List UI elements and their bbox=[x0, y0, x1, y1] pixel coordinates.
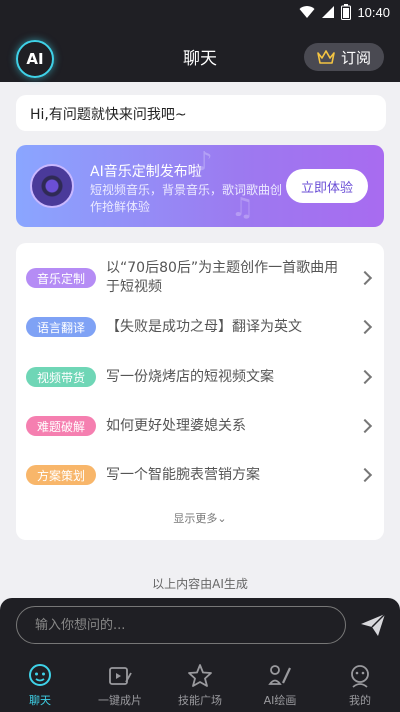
battery-icon bbox=[341, 4, 352, 20]
music-disc-icon bbox=[30, 164, 74, 208]
nav-label: 技能广场 bbox=[178, 694, 222, 707]
chevron-right-icon bbox=[357, 319, 373, 335]
suggestion-text: 以“70后80后”为主题创作一首歌曲用于短视频 bbox=[106, 260, 339, 295]
nav-label: 我的 bbox=[349, 694, 371, 707]
chat-icon bbox=[29, 664, 51, 686]
show-more-link[interactable]: 显示更多⌄ bbox=[16, 510, 384, 526]
crown-icon bbox=[317, 50, 335, 64]
suggestion-text: 写一份烧烤店的短视频文案 bbox=[106, 368, 274, 385]
subscribe-label: 订阅 bbox=[340, 48, 371, 67]
clock: 10:40 bbox=[357, 4, 390, 20]
chat-input-bar bbox=[0, 598, 400, 654]
nav-label: 聊天 bbox=[29, 694, 51, 707]
list-item[interactable]: 语言翻译 【失败是成功之母】翻译为英文 bbox=[16, 307, 384, 347]
nav-label: 一键成片 bbox=[98, 694, 142, 707]
subscribe-button[interactable]: 订阅 bbox=[304, 43, 384, 71]
star-icon bbox=[188, 664, 212, 687]
chevron-right-icon bbox=[357, 270, 373, 286]
suggestion-text: 【失败是成功之母】翻译为英文 bbox=[106, 318, 302, 335]
category-tag: 视频带货 bbox=[26, 367, 96, 387]
bottom-nav: 聊天 一键成片 技能广场 AI绘画 我的 bbox=[0, 654, 400, 712]
category-tag: 音乐定制 bbox=[26, 268, 96, 288]
banner-title: AI音乐定制发布啦 bbox=[90, 164, 202, 180]
chevron-right-icon bbox=[357, 369, 373, 385]
paint-icon bbox=[268, 665, 291, 685]
send-icon[interactable] bbox=[358, 610, 388, 640]
try-now-button[interactable]: 立即体验 bbox=[286, 169, 368, 203]
nav-item-chat[interactable]: 聊天 bbox=[0, 654, 80, 712]
list-item[interactable]: 视频带货 写一份烧烤店的短视频文案 bbox=[16, 357, 384, 397]
chat-input[interactable] bbox=[16, 606, 346, 644]
list-item[interactable]: 难题破解 如何更好处理婆媳关系 bbox=[16, 406, 384, 446]
music-promo-banner[interactable]: ♪ ♫ AI音乐定制发布啦 短视频音乐，背景音乐，歌词歌曲创作抢鲜体验 立即体验 bbox=[16, 145, 384, 227]
nav-item-ai-paint[interactable]: AI绘画 bbox=[240, 654, 320, 712]
suggestion-text: 如何更好处理婆媳关系 bbox=[106, 417, 246, 434]
list-item[interactable]: 音乐定制 以“70后80后”为主题创作一首歌曲用于短视频 bbox=[16, 257, 384, 299]
greeting-bubble: Hi,有问题就快来问我吧~ bbox=[16, 95, 386, 131]
status-bar: 10:40 bbox=[0, 0, 400, 24]
nav-item-skills[interactable]: 技能广场 bbox=[160, 654, 240, 712]
wifi-icon bbox=[299, 6, 315, 19]
suggestion-list: 音乐定制 以“70后80后”为主题创作一首歌曲用于短视频 语言翻译 【失败是成功… bbox=[16, 243, 384, 540]
category-tag: 方案策划 bbox=[26, 465, 96, 485]
chevron-right-icon bbox=[357, 418, 373, 434]
nav-label: AI绘画 bbox=[263, 694, 297, 707]
suggestion-text: 写一个智能腕表营销方案 bbox=[106, 466, 260, 483]
nav-item-profile[interactable]: 我的 bbox=[320, 654, 400, 712]
category-tag: 语言翻译 bbox=[26, 317, 96, 337]
banner-description: 短视频音乐，背景音乐，歌词歌曲创作抢鲜体验 bbox=[90, 183, 283, 214]
profile-icon bbox=[351, 665, 369, 688]
ai-generated-note: 以上内容由AI生成 bbox=[152, 577, 248, 591]
signal-icon bbox=[322, 6, 335, 18]
category-tag: 难题破解 bbox=[26, 416, 96, 436]
app-header: AI 聊天 订阅 bbox=[0, 24, 400, 82]
chevron-right-icon bbox=[357, 467, 373, 483]
nav-item-video[interactable]: 一键成片 bbox=[80, 654, 160, 712]
video-edit-icon bbox=[109, 667, 132, 685]
list-item[interactable]: 方案策划 写一个智能腕表营销方案 bbox=[16, 455, 384, 495]
